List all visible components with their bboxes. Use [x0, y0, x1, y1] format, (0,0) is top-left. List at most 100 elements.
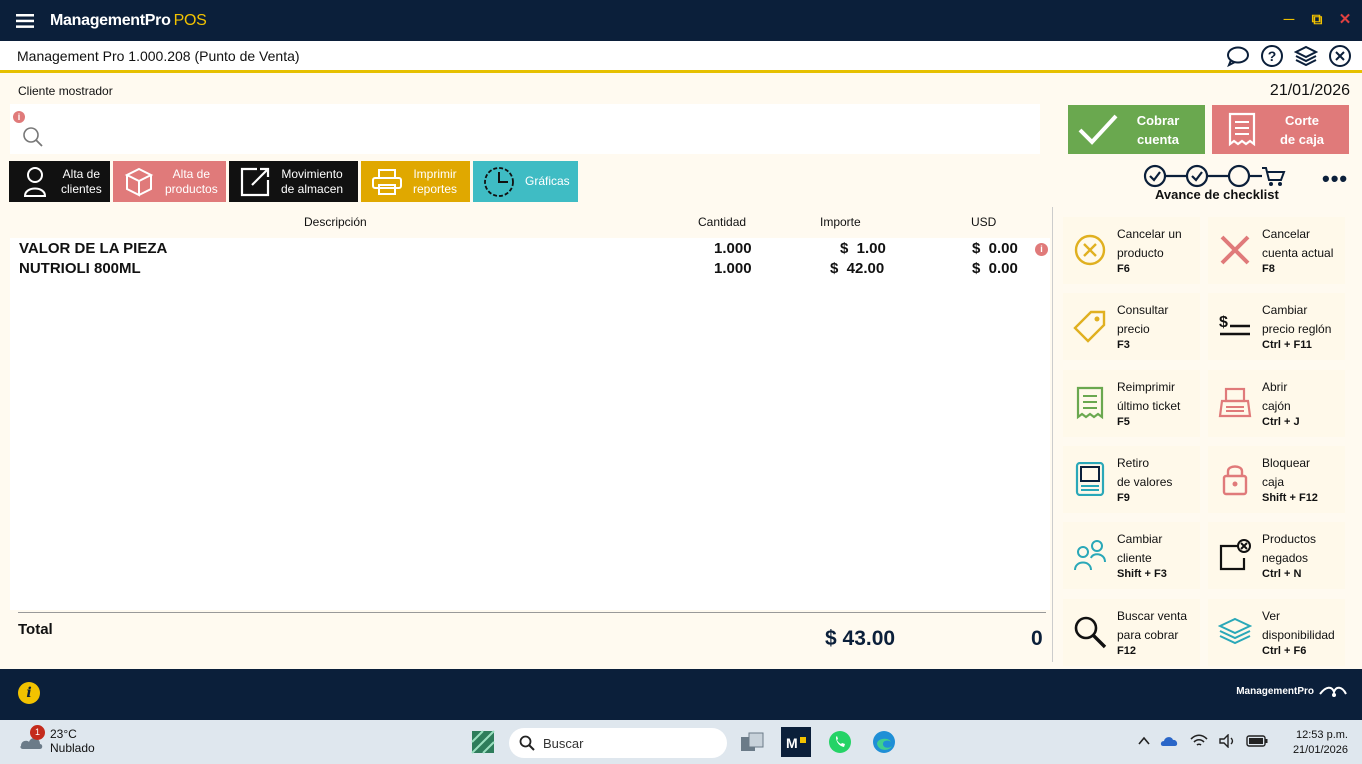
- product-search: i: [10, 104, 1040, 154]
- shortcut-layers[interactable]: Ver disponibilidad Ctrl + F6: [1208, 598, 1345, 666]
- shortcut-price-line[interactable]: $ Cambiar precio reglón Ctrl + F11: [1208, 293, 1345, 361]
- app-brand: ManagementPro POS: [50, 11, 207, 30]
- shortcut-label: disponibilidad: [1262, 627, 1335, 642]
- alta-clientes-button[interactable]: Alta de clientes: [9, 161, 110, 202]
- table-row[interactable]: VALOR DE LA PIEZA 1.000 $ 1.00 $ 0.00 i: [10, 240, 1050, 260]
- row-importe: $ 1.00: [840, 240, 886, 257]
- denied-icon: [1218, 538, 1252, 572]
- shortcut-label: Bloquear: [1262, 455, 1311, 470]
- checklist-progress[interactable]: Avance de checklist: [1142, 163, 1292, 202]
- total-amount: $ 43.00: [825, 627, 896, 650]
- whatsapp-icon[interactable]: [826, 728, 854, 756]
- movimiento-almacen-button[interactable]: Movimiento de almacen: [229, 161, 358, 202]
- shortcut-label: cliente: [1117, 551, 1152, 566]
- shortcut-denied[interactable]: Productos negados Ctrl + N: [1208, 522, 1345, 590]
- weather-widget[interactable]: 1 23°C Nublado: [18, 725, 95, 755]
- svg-text:?: ?: [1268, 48, 1277, 64]
- receipt-icon: [1212, 112, 1272, 148]
- shortcut-cancel-circle[interactable]: Cancelar un producto F6: [1063, 217, 1200, 284]
- table-row[interactable]: NUTRIOLI 800ML 1.000 $ 42.00 $ 0.00: [10, 260, 1050, 280]
- shortcut-cancel-x[interactable]: Cancelar cuenta actual F8: [1208, 217, 1345, 284]
- row-cantidad: 1.000: [714, 260, 752, 277]
- edge-icon[interactable]: [870, 728, 898, 756]
- toolbar-label: de almacen: [281, 181, 344, 196]
- search-input[interactable]: [50, 114, 1030, 146]
- shortcut-label: Cambiar: [1117, 532, 1163, 547]
- shortcut-receipt[interactable]: Reimprimir último ticket F5: [1063, 369, 1200, 437]
- more-options-icon[interactable]: •••: [1322, 166, 1348, 192]
- brand-pos: POS: [173, 11, 207, 29]
- title-bar: ManagementPro POS ─ ⧉ ✕: [0, 0, 1362, 41]
- onedrive-icon[interactable]: [1160, 734, 1180, 753]
- shortcut-label: Abrir: [1262, 379, 1288, 394]
- panel-divider: [1052, 207, 1053, 662]
- volume-icon[interactable]: [1218, 733, 1236, 753]
- header-descripcion: Descripción: [304, 215, 367, 229]
- magnifier-icon: [1073, 615, 1107, 649]
- shortcut-label: Productos: [1262, 532, 1317, 547]
- managementpro-app-icon[interactable]: M: [781, 727, 811, 757]
- shortcut-key: Ctrl + F6: [1262, 644, 1307, 657]
- close-module-icon[interactable]: [1328, 44, 1352, 68]
- help-icon[interactable]: ?: [1260, 44, 1284, 68]
- cobrar-cuenta-button[interactable]: Cobrar cuenta: [1068, 105, 1205, 154]
- shortcut-price-tag[interactable]: Consultar precio F3: [1063, 293, 1200, 361]
- shortcut-label: Retiro: [1117, 455, 1150, 470]
- check-icon: [1068, 112, 1128, 148]
- header-importe: Importe: [820, 215, 861, 229]
- wifi-icon[interactable]: [1190, 734, 1208, 753]
- row-usd: $ 0.00: [972, 240, 1018, 257]
- row-descripcion: NUTRIOLI 800ML: [19, 260, 141, 277]
- system-tray: [1138, 733, 1268, 753]
- alta-productos-button[interactable]: Alta de productos: [113, 161, 226, 202]
- corte-label-1: Corte: [1285, 112, 1319, 128]
- corte-caja-button[interactable]: Corte de caja: [1212, 105, 1349, 154]
- shortcut-key: F12: [1117, 644, 1136, 657]
- footer-logo-text: ManagementPro: [1236, 685, 1314, 697]
- shortcut-lock[interactable]: Bloquear caja Shift + F12: [1208, 445, 1345, 513]
- shortcut-terminal[interactable]: Retiro de valores F9: [1063, 445, 1200, 513]
- price-line-icon: $: [1218, 309, 1252, 343]
- pos-window: ManagementPro POS ─ ⧉ ✕ Management Pro 1.…: [0, 0, 1362, 720]
- weather-temp: 23°C: [50, 727, 77, 741]
- shortcut-cash-register[interactable]: Abrir cajón Ctrl + J: [1208, 369, 1345, 437]
- shortcut-label: cuenta actual: [1262, 246, 1334, 260]
- graficas-button[interactable]: Gráficas: [473, 161, 578, 202]
- taskbar-search[interactable]: Buscar: [509, 728, 727, 758]
- shortcut-magnifier[interactable]: Buscar venta para cobrar F12: [1063, 598, 1200, 666]
- widgets-icon[interactable]: [469, 728, 497, 756]
- battery-icon[interactable]: [1246, 734, 1268, 753]
- shortcut-label: Cancelar: [1262, 227, 1311, 241]
- task-view-icon[interactable]: [738, 728, 766, 756]
- svg-text:M: M: [786, 735, 798, 751]
- shortcut-label: caja: [1262, 474, 1285, 489]
- shortcut-label: Buscar venta: [1117, 608, 1188, 623]
- shortcut-users[interactable]: Cambiar cliente Shift + F3: [1063, 522, 1200, 590]
- footer-logo: ManagementPro: [1236, 684, 1348, 698]
- clock-chart-icon: [473, 165, 525, 199]
- corte-label-2: de caja: [1279, 131, 1325, 147]
- layers-icon: [1218, 615, 1252, 649]
- restore-icon[interactable]: ⧉: [1308, 10, 1326, 28]
- header-cantidad: Cantidad: [698, 215, 747, 229]
- clock-time: 12:53 p.m.: [1296, 729, 1348, 741]
- minimize-icon[interactable]: ─: [1280, 10, 1298, 28]
- notification-badge: 1: [30, 725, 45, 740]
- info-icon[interactable]: i: [18, 682, 40, 704]
- sale-grid: [10, 238, 1050, 610]
- client-name[interactable]: Cliente mostrador: [18, 84, 113, 98]
- close-icon[interactable]: ✕: [1336, 10, 1354, 28]
- terminal-icon: [1073, 461, 1107, 496]
- toolbar-label: Imprimir: [413, 166, 457, 181]
- clock[interactable]: 12:53 p.m. 21/01/2026: [1293, 728, 1348, 758]
- chevron-up-icon[interactable]: [1138, 734, 1150, 753]
- cash-register-icon: [1218, 386, 1252, 420]
- row-info-icon[interactable]: i: [1035, 243, 1048, 256]
- shortcut-label: negados: [1262, 551, 1309, 566]
- person-icon: [9, 166, 61, 198]
- layers-icon[interactable]: [1294, 44, 1318, 68]
- info-icon[interactable]: i: [13, 111, 25, 123]
- imprimir-reportes-button[interactable]: Imprimir reportes: [361, 161, 470, 202]
- hamburger-menu-icon[interactable]: [0, 13, 50, 28]
- chat-icon[interactable]: [1226, 44, 1250, 68]
